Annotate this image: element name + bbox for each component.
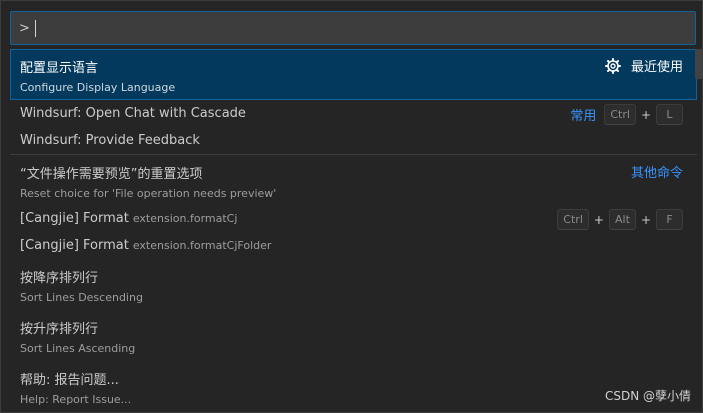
command-id: extension.formatCjFolder [132,239,272,252]
command-item-configure-display-language[interactable]: 配置显示语言 Configure Display Language 最近使用 [10,49,697,100]
command-item-provide-feedback[interactable]: Windsurf: Provide Feedback [10,127,697,154]
command-label: 按降序排列行 [20,271,99,286]
command-item-sort-lines-ascending[interactable]: 按升序排列行 Sort Lines Ascending [10,310,697,361]
command-meta: 最近使用 [604,56,683,75]
command-palette-input-box[interactable] [10,11,696,45]
command-list: 配置显示语言 Configure Display Language 最近使用 W… [10,49,697,412]
command-label: “文件操作需要预览”的重置选项 [20,167,203,182]
command-palette: 配置显示语言 Configure Display Language [0,0,703,413]
command-description: Configure Display Language [20,81,176,94]
command-label: 帮助: 报告问题... [20,373,119,388]
command-id: extension.formatCj [132,212,238,225]
command-label-wrap: [Cangjie] Format extension.formatCj [20,211,237,226]
keybinding-key: Alt [608,209,636,230]
command-label: [Cangjie] Format [20,238,129,253]
keybinding-key: F [656,209,683,230]
command-item-reset-file-operation-preview[interactable]: “文件操作需要预览”的重置选项 Reset choice for 'File o… [10,154,697,205]
command-item-cangjie-format[interactable]: [Cangjie] Format extension.formatCj Ctrl … [10,205,697,232]
keybinding-plus: + [593,212,604,227]
list-scrollbar[interactable] [695,49,702,79]
command-description: Sort Lines Descending [20,291,143,304]
command-description: Sort Lines Ascending [20,342,136,355]
command-label: Windsurf: Open Chat with Cascade [20,106,246,121]
command-meta: 常用 Ctrl + L [570,104,683,125]
recently-used-tag: 最近使用 [630,60,683,75]
keybinding-plus: + [640,212,651,227]
command-description: Reset choice for 'File operation needs p… [20,187,277,200]
command-input[interactable] [11,12,695,44]
command-label-wrap: [Cangjie] Format extension.formatCjFolder [20,238,271,253]
keybinding-key: L [656,104,683,125]
command-item-open-chat-cascade[interactable]: Windsurf: Open Chat with Cascade 常用 Ctrl… [10,100,697,127]
keybinding-key: Ctrl [604,104,636,125]
command-item-report-issue[interactable]: 帮助: 报告问题... Help: Report Issue... [10,361,697,412]
gear-icon[interactable] [604,57,621,74]
command-label: [Cangjie] Format [20,211,129,226]
command-item-sort-lines-descending[interactable]: 按降序排列行 Sort Lines Descending [10,259,697,310]
command-item-cangjie-format-folder[interactable]: [Cangjie] Format extension.formatCjFolder [10,232,697,259]
other-commands-tag: 其他命令 [630,166,683,181]
text-caret [35,20,36,37]
command-label: Windsurf: Provide Feedback [20,133,200,148]
command-meta: 其他命令 [631,162,683,181]
common-tag: 常用 [570,109,597,124]
keybinding-plus: + [640,107,651,122]
command-meta: Ctrl + Alt + F [557,209,683,230]
command-description: Help: Report Issue... [20,393,132,406]
command-label: 配置显示语言 [20,61,99,76]
command-label: 按升序排列行 [20,322,99,337]
watermark: CSDN @孽小倩 [604,389,691,403]
keybinding-key: Ctrl [557,209,589,230]
